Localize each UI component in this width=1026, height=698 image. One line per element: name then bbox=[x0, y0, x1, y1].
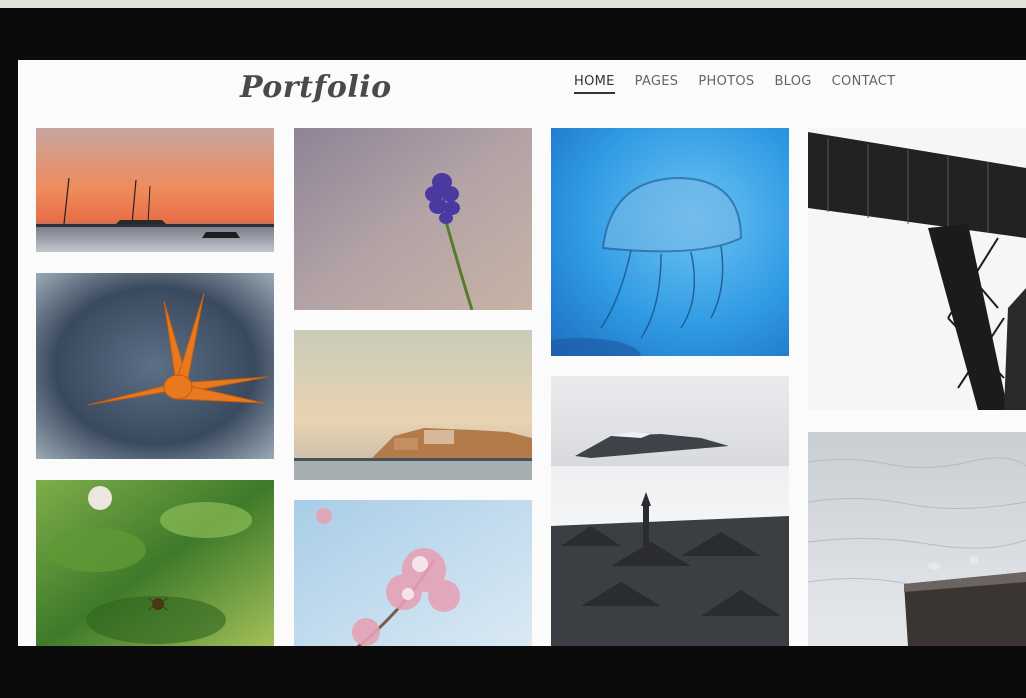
photo-misty-village[interactable] bbox=[551, 376, 789, 646]
photo-sunset-sailboats[interactable] bbox=[36, 128, 274, 252]
photo-spider-leaves[interactable] bbox=[36, 480, 274, 646]
nav-home[interactable]: HOME bbox=[574, 74, 615, 94]
main-navigation: HOME PAGES PHOTOS BLOG CONTACT bbox=[574, 74, 895, 94]
photo-grape-hyacinth[interactable] bbox=[294, 128, 532, 310]
nav-photos[interactable]: PHOTOS bbox=[698, 74, 754, 94]
nav-contact[interactable]: CONTACT bbox=[832, 74, 896, 94]
photo-steel-bridge[interactable] bbox=[808, 128, 1026, 410]
photo-jellyfish[interactable] bbox=[551, 128, 789, 356]
nav-blog[interactable]: BLOG bbox=[774, 74, 811, 94]
monitor-top-edge bbox=[0, 0, 1026, 8]
nav-pages[interactable]: PAGES bbox=[635, 74, 679, 94]
portfolio-page: Portfolio HOME PAGES PHOTOS BLOG CONTACT bbox=[18, 60, 1026, 646]
photo-pink-blossom[interactable] bbox=[294, 500, 532, 646]
photo-coastal-town[interactable] bbox=[294, 330, 532, 480]
photo-starfish[interactable] bbox=[36, 273, 274, 459]
site-logo[interactable]: Portfolio bbox=[240, 70, 391, 110]
photo-sea-gulls[interactable] bbox=[808, 432, 1026, 646]
